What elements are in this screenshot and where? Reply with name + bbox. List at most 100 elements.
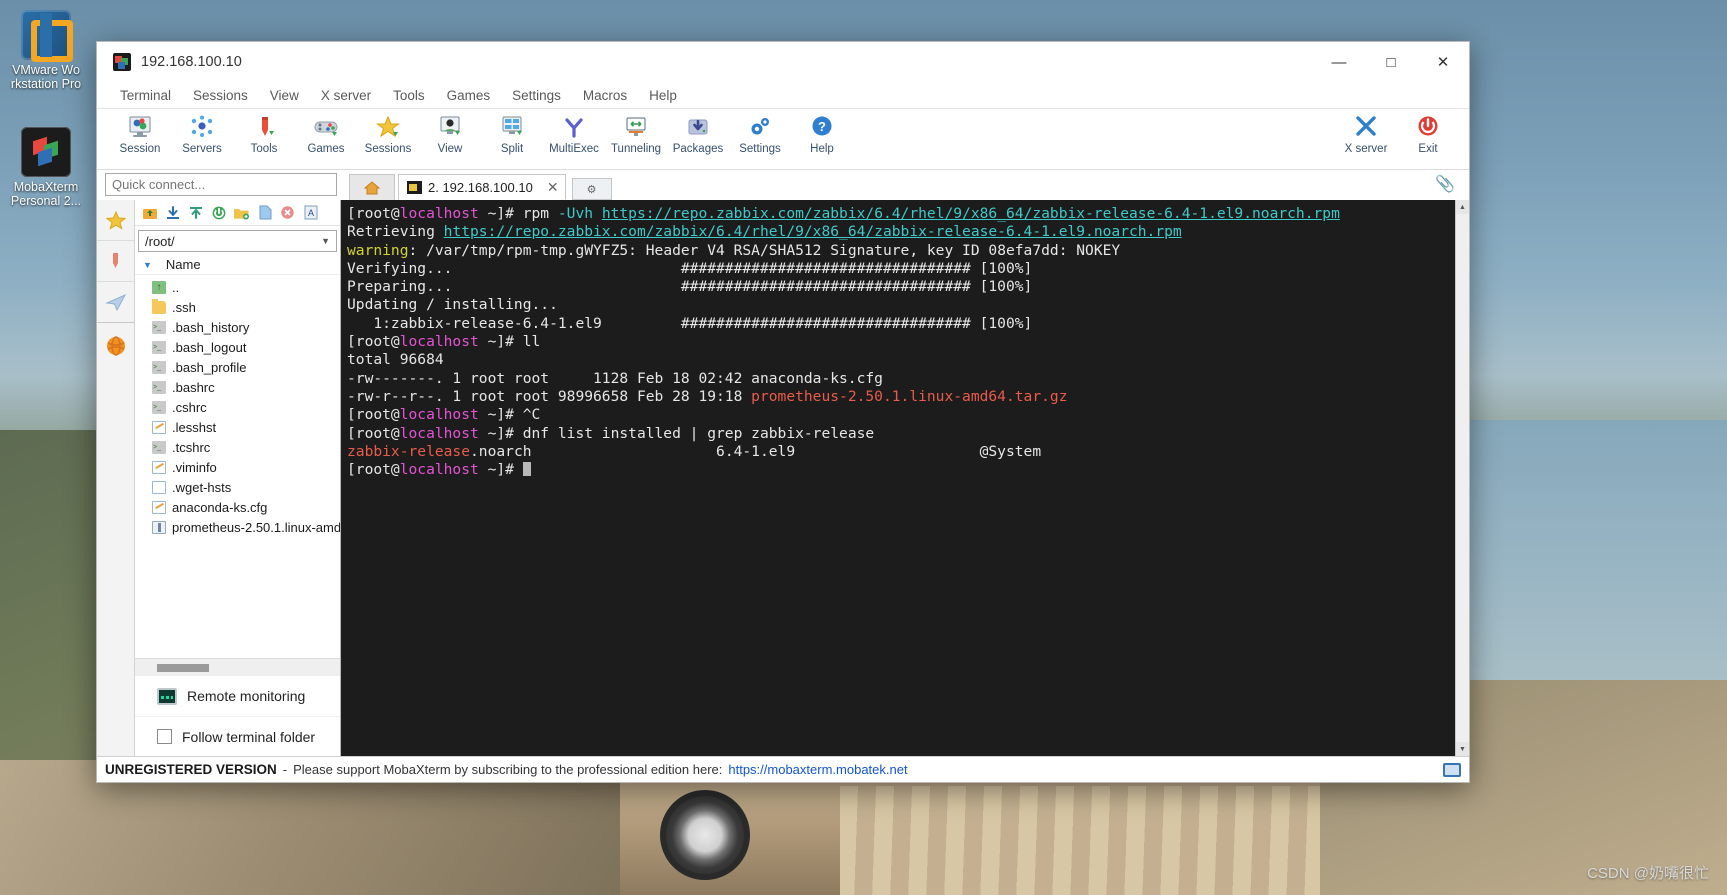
terminal-text: [root@ (347, 333, 400, 351)
toolbar-label: Sessions (364, 143, 412, 155)
toolbar-multiexec[interactable]: MultiExec (543, 112, 605, 155)
file-name: .bash_logout (172, 339, 247, 355)
follow-terminal-folder-checkbox[interactable] (157, 729, 172, 744)
menu-x-server[interactable]: X server (310, 85, 382, 106)
new-tab-button[interactable]: ⚙ (571, 178, 612, 200)
sftp-toolbar: A (135, 200, 340, 226)
toolbar-help[interactable]: ? Help (791, 112, 853, 155)
list-item[interactable]: .tcshrc (135, 437, 340, 457)
list-item[interactable]: .lesshst (135, 417, 340, 437)
sftp-delete-icon[interactable] (279, 204, 296, 221)
terminal-scrollbar[interactable]: ▲ ▼ (1455, 200, 1469, 756)
list-item[interactable]: prometheus-2.50.1.linux-amd6‹ (135, 517, 340, 537)
close-button[interactable]: ✕ (1417, 42, 1469, 82)
list-item[interactable]: .bashrc (135, 377, 340, 397)
script-file-icon (152, 400, 166, 414)
status-link[interactable]: https://mobaxterm.mobatek.net (728, 762, 907, 777)
file-list[interactable]: .. .ssh .bash_history .bash_logout .bash… (135, 275, 340, 658)
x-server-icon (1335, 114, 1397, 140)
terminal-tab-icon (407, 180, 422, 194)
terminal-line: warning: /var/tmp/rpm-tmp.gWYFZ5: Header… (347, 242, 1455, 260)
toolbar-servers[interactable]: Servers (171, 112, 233, 155)
split-icon (481, 114, 543, 140)
sftp-refresh-icon[interactable] (210, 204, 227, 221)
desktop-icon-vmware[interactable]: VMware Wo rkstation Pro (0, 10, 92, 91)
menu-terminal[interactable]: Terminal (109, 85, 182, 106)
sftp-path-bar[interactable]: /root/ ▼ (138, 230, 337, 252)
toolbar-packages[interactable]: Packages (667, 112, 729, 155)
sftp-download-icon[interactable] (164, 204, 181, 221)
desktop-icon-mobaxterm[interactable]: MobaXterm Personal 2... (0, 127, 92, 208)
sftp-new-folder-icon[interactable] (233, 204, 250, 221)
maximize-button[interactable]: □ (1365, 42, 1417, 82)
menu-help[interactable]: Help (638, 85, 688, 106)
sftp-text-mode-icon[interactable]: A (302, 204, 319, 221)
sftp-new-file-icon[interactable] (256, 204, 273, 221)
home-icon (363, 180, 381, 194)
toolbar-split[interactable]: Split (481, 112, 543, 155)
menu-sessions[interactable]: Sessions (182, 85, 259, 106)
rail-send[interactable] (97, 282, 134, 323)
display-status-icon[interactable] (1443, 762, 1461, 777)
list-item[interactable]: .viminfo (135, 457, 340, 477)
terminal-area: [root@localhost ~]# rpm -Uvh https://rep… (341, 200, 1469, 756)
terminal-text: localhost (399, 333, 479, 351)
list-item[interactable]: .bash_logout (135, 337, 340, 357)
toolbar-sessions[interactable]: Sessions (357, 112, 419, 155)
list-item[interactable]: .wget-hsts (135, 477, 340, 497)
quick-connect-input[interactable] (105, 173, 337, 196)
terminal-line: [root@localhost ~]# (347, 461, 1455, 479)
toolbar-tools[interactable]: Tools (233, 112, 295, 155)
file-name: .cshrc (172, 399, 207, 415)
menu-view[interactable]: View (259, 85, 310, 106)
tab-home[interactable] (349, 174, 395, 200)
list-item[interactable]: .. (135, 277, 340, 297)
menu-settings[interactable]: Settings (501, 85, 572, 106)
file-name: .tcshrc (172, 439, 211, 455)
view-icon (419, 114, 481, 140)
toolbar-session[interactable]: Session (109, 112, 171, 155)
list-item[interactable]: anaconda-ks.cfg (135, 497, 340, 517)
list-item[interactable]: .cshrc (135, 397, 340, 417)
remote-monitoring-row[interactable]: Remote monitoring (135, 676, 340, 716)
list-item[interactable]: .bash_history (135, 317, 340, 337)
list-item[interactable]: .ssh (135, 297, 340, 317)
paperclip-icon[interactable]: 📎 (1435, 174, 1455, 194)
terminal-text: Retrieving (347, 223, 444, 241)
sftp-upload-icon[interactable] (187, 204, 204, 221)
sftp-up-dir-icon[interactable] (141, 204, 158, 221)
file-name: .bash_history (172, 319, 250, 335)
svg-text:A: A (307, 208, 313, 218)
toolbar-settings[interactable]: Settings (729, 112, 791, 155)
rail-globe[interactable] (97, 323, 134, 369)
menu-games[interactable]: Games (436, 85, 502, 106)
scroll-down-arrow[interactable]: ▼ (1456, 742, 1469, 756)
toolbar-label: Settings (739, 143, 781, 155)
sftp-horizontal-scrollbar[interactable] (135, 658, 340, 676)
toolbar-view[interactable]: View (419, 112, 481, 155)
scroll-up-arrow[interactable]: ▲ (1456, 200, 1469, 214)
toolbar-x-server[interactable]: X server (1335, 112, 1397, 155)
tab-close-icon[interactable]: ✕ (547, 179, 559, 196)
status-message: Please support MobaXterm by subscribing … (293, 762, 723, 777)
toolbar-label: Packages (672, 143, 724, 155)
file-column-header[interactable]: ▼ Name (135, 255, 340, 275)
scrollbar-thumb[interactable] (157, 663, 209, 672)
window-titlebar[interactable]: 192.168.100.10 — □ ✕ (97, 42, 1469, 82)
toolbar-tunneling[interactable]: Tunneling (605, 112, 667, 155)
list-item[interactable]: .bash_profile (135, 357, 340, 377)
rail-favorites[interactable] (97, 200, 134, 241)
toolbar-games[interactable]: Games (295, 112, 357, 155)
toolbar-exit[interactable]: Exit (1397, 112, 1459, 155)
script-file-icon (152, 340, 166, 354)
terminal-line: [root@localhost ~]# ll (347, 333, 1455, 351)
window-body: A /root/ ▼ ▼ Name .. .ssh .bash_history … (97, 200, 1469, 756)
minimize-button[interactable]: — (1313, 42, 1365, 82)
chevron-down-icon[interactable]: ▼ (321, 236, 330, 246)
rail-tools[interactable] (97, 241, 134, 282)
terminal-output[interactable]: [root@localhost ~]# rpm -Uvh https://rep… (341, 200, 1455, 756)
tab-session-1[interactable]: 2. 192.168.100.10 ✕ (398, 174, 566, 200)
menu-tools[interactable]: Tools (382, 85, 436, 106)
menu-macros[interactable]: Macros (572, 85, 638, 106)
follow-terminal-folder-row[interactable]: Follow terminal folder (135, 716, 340, 756)
